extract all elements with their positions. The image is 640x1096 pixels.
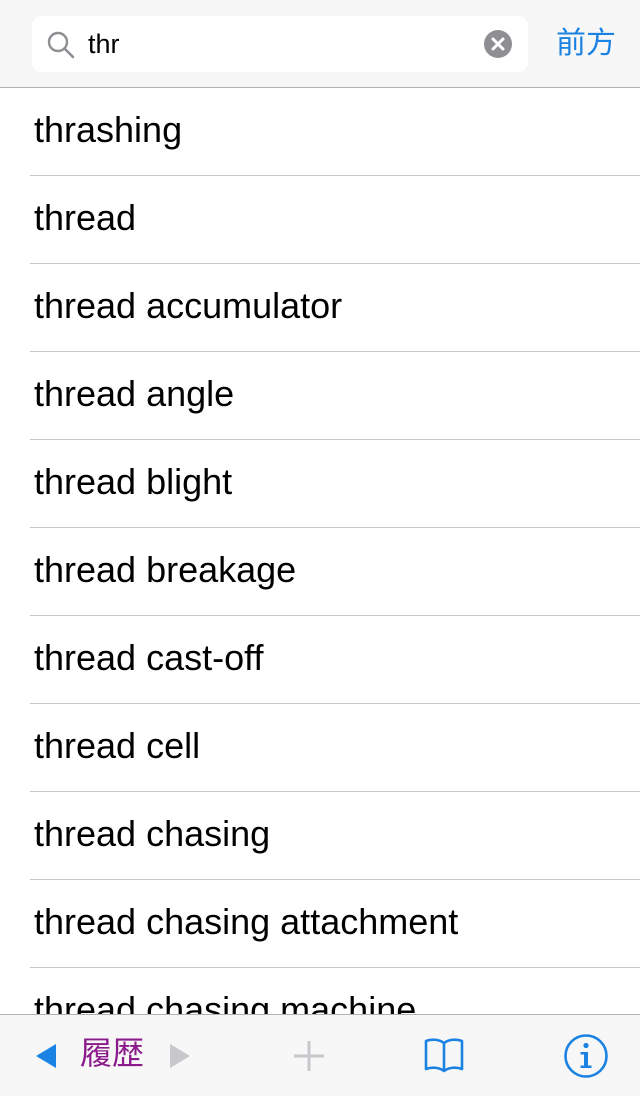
info-icon[interactable] <box>563 1033 609 1084</box>
list-item-label: thrashing <box>34 109 183 150</box>
search-field[interactable]: thr <box>32 16 528 72</box>
list-item[interactable]: thread <box>30 176 640 264</box>
list-item[interactable]: thread angle <box>30 352 640 440</box>
search-input[interactable]: thr <box>88 16 120 72</box>
results-list: thrashing thread thread accumulator thre… <box>0 88 640 1014</box>
list-item-label: thread breakage <box>34 549 297 590</box>
search-icon <box>46 30 76 60</box>
list-item[interactable]: thread cell <box>30 704 640 792</box>
list-item[interactable]: thread cast-off <box>30 616 640 704</box>
list-item-label: thread chasing machine <box>34 989 417 1014</box>
list-item[interactable]: thrashing <box>30 88 640 176</box>
list-item-label: thread cast-off <box>34 637 264 678</box>
clear-search-icon[interactable] <box>484 30 512 58</box>
back-arrow-icon[interactable] <box>34 1043 58 1074</box>
list-item-label: thread chasing <box>34 813 271 854</box>
forward-search-button[interactable]: 前方 <box>556 22 616 66</box>
list-item[interactable]: thread chasing <box>30 792 640 880</box>
add-icon[interactable] <box>292 1039 326 1078</box>
history-button[interactable]: 履歴 <box>80 1033 144 1073</box>
list-item[interactable]: thread chasing attachment <box>30 880 640 968</box>
list-item[interactable]: thread breakage <box>30 528 640 616</box>
forward-arrow-icon[interactable] <box>168 1043 192 1074</box>
list-item[interactable]: thread blight <box>30 440 640 528</box>
list-item-label: thread blight <box>34 461 233 502</box>
list-item[interactable]: thread chasing machine <box>30 968 640 1014</box>
list-item-label: thread <box>34 197 137 238</box>
list-item-label: thread chasing attachment <box>34 901 459 942</box>
search-bar: thr 前方 <box>0 0 640 88</box>
list-item-label: thread cell <box>34 725 201 766</box>
list-item[interactable]: thread accumulator <box>30 264 640 352</box>
list-item-label: thread angle <box>34 373 235 414</box>
book-icon[interactable] <box>424 1037 464 1080</box>
list-item-label: thread accumulator <box>34 285 343 326</box>
bottom-toolbar: 履歴 <box>0 1014 640 1096</box>
